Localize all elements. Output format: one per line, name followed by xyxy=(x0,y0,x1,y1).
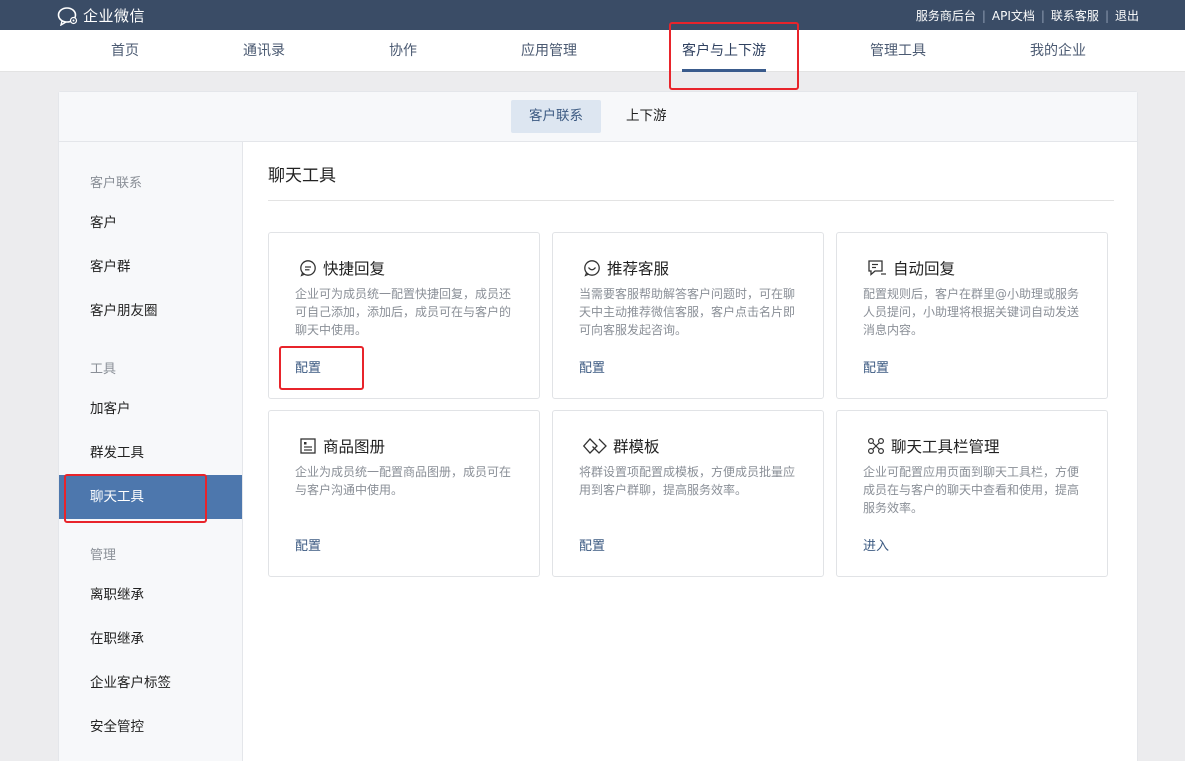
page-title: 聊天工具 xyxy=(268,166,336,186)
configure-link[interactable]: 配置 xyxy=(295,357,321,376)
nav-contacts[interactable]: 通讯录 xyxy=(243,30,285,72)
sidebar-item-customer-tags[interactable]: 企业客户标签 xyxy=(59,661,242,705)
api-docs-link[interactable]: API文档 xyxy=(992,7,1035,24)
provider-backend-link[interactable]: 服务商后台 xyxy=(916,7,976,24)
card-description: 当需要客服帮助解答客户问题时，可在聊天中主动推荐微信客服，客户点击名片即可向客服… xyxy=(579,287,796,337)
quick-reply-icon xyxy=(299,259,317,277)
sidebar-item-add-customers[interactable]: 加客户 xyxy=(59,387,242,431)
title-divider xyxy=(268,200,1114,201)
wecom-logo-icon xyxy=(57,6,79,26)
main-nav: 首页 通讯录 协作 应用管理 客户与上下游 管理工具 我的企业 xyxy=(0,30,1185,72)
card-title: 快捷回复 xyxy=(323,260,386,278)
sub-tabs: 客户联系 上下游 xyxy=(59,92,1137,142)
card-title: 聊天工具栏管理 xyxy=(891,438,1000,456)
sidebar-item-chat-tools[interactable]: 聊天工具 xyxy=(59,475,242,519)
tab-upstream-downstream[interactable]: 上下游 xyxy=(608,100,685,133)
enter-link[interactable]: 进入 xyxy=(863,535,889,554)
configure-link[interactable]: 配置 xyxy=(579,357,605,376)
sidebar-item-security-control[interactable]: 安全管控 xyxy=(59,705,242,749)
auto-reply-icon xyxy=(867,259,887,277)
card-group-template: 群模板 将群设置项配置成模板，方便成员批量应用到客户群聊，提高服务效率。 配置 xyxy=(552,410,824,577)
configure-link[interactable]: 配置 xyxy=(295,535,321,554)
content-panel: 客户联系 上下游 客户联系 客户 客户群 客户朋友圈 工具 加客户 群发工具 聊… xyxy=(58,91,1138,761)
tab-customer-contact[interactable]: 客户联系 xyxy=(511,100,601,133)
sidebar-item-resigned-transfer[interactable]: 离职继承 xyxy=(59,573,242,617)
nav-home[interactable]: 首页 xyxy=(111,30,139,72)
card-title: 群模板 xyxy=(613,438,660,456)
group-template-icon xyxy=(583,437,607,455)
sidebar-group-tools: 工具 xyxy=(90,362,117,377)
nav-app-management[interactable]: 应用管理 xyxy=(521,30,577,72)
separator: | xyxy=(981,8,986,23)
card-quick-reply: 快捷回复 企业可为成员统一配置快捷回复，成员还可自己添加，添加后，成员可在与客户… xyxy=(268,232,540,399)
card-toolbar-management: 聊天工具栏管理 企业可配置应用页面到聊天工具栏，方便成员在与客户的聊天中查看和使… xyxy=(836,410,1108,577)
sidebar-item-mass-messaging[interactable]: 群发工具 xyxy=(59,431,242,475)
top-bar: 企业微信 服务商后台 | API文档 | 联系客服 | 退出 xyxy=(0,0,1185,30)
card-description: 配置规则后，客户在群里@小助理或服务人员提问，小助理将根据关键词自动发送消息内容… xyxy=(863,287,1080,337)
sidebar: 客户联系 客户 客户群 客户朋友圈 工具 加客户 群发工具 聊天工具 管理 离职… xyxy=(59,142,243,761)
card-auto-reply: 自动回复 配置规则后，客户在群里@小助理或服务人员提问，小助理将根据关键词自动发… xyxy=(836,232,1108,399)
card-title: 自动回复 xyxy=(893,260,956,278)
card-description: 企业可为成员统一配置快捷回复，成员还可自己添加，添加后，成员可在与客户的聊天中使… xyxy=(295,287,512,337)
card-description: 将群设置项配置成模板，方便成员批量应用到客户群聊，提高服务效率。 xyxy=(579,465,796,497)
card-description: 企业可配置应用页面到聊天工具栏，方便成员在与客户的聊天中查看和使用，提高服务效率… xyxy=(863,465,1080,515)
nav-my-company[interactable]: 我的企业 xyxy=(1030,30,1086,72)
configure-link[interactable]: 配置 xyxy=(863,357,889,376)
card-title: 商品图册 xyxy=(323,438,386,456)
sidebar-item-customers[interactable]: 客户 xyxy=(59,201,242,245)
separator: | xyxy=(1104,8,1109,23)
card-recommend-service: 推荐客服 当需要客服帮助解答客户问题时，可在聊天中主动推荐微信客服，客户点击名片… xyxy=(552,232,824,399)
product-album-icon xyxy=(299,437,317,455)
sidebar-item-moments[interactable]: 客户朋友圈 xyxy=(59,289,242,333)
sidebar-item-onjob-transfer[interactable]: 在职继承 xyxy=(59,617,242,661)
nav-customers-partners[interactable]: 客户与上下游 xyxy=(682,30,766,72)
card-product-album: 商品图册 企业为成员统一配置商品图册，成员可在与客户沟通中使用。 配置 xyxy=(268,410,540,577)
card-title: 推荐客服 xyxy=(607,260,670,278)
configure-link[interactable]: 配置 xyxy=(579,535,605,554)
separator: | xyxy=(1040,8,1045,23)
sidebar-group-management: 管理 xyxy=(90,548,117,563)
sidebar-group-customer-contact: 客户联系 xyxy=(90,176,143,191)
brand-name: 企业微信 xyxy=(83,7,146,25)
nav-management-tools[interactable]: 管理工具 xyxy=(870,30,926,72)
sidebar-item-customer-groups[interactable]: 客户群 xyxy=(59,245,242,289)
card-description: 企业为成员统一配置商品图册，成员可在与客户沟通中使用。 xyxy=(295,465,512,497)
toolbar-manage-icon xyxy=(867,437,885,455)
recommend-service-icon xyxy=(583,259,601,277)
brand-logo[interactable]: 企业微信 xyxy=(57,5,145,26)
logout-link[interactable]: 退出 xyxy=(1115,7,1139,24)
top-links: 服务商后台 | API文档 | 联系客服 | 退出 xyxy=(916,7,1139,24)
contact-support-link[interactable]: 联系客服 xyxy=(1051,7,1099,24)
nav-collaboration[interactable]: 协作 xyxy=(389,30,417,72)
